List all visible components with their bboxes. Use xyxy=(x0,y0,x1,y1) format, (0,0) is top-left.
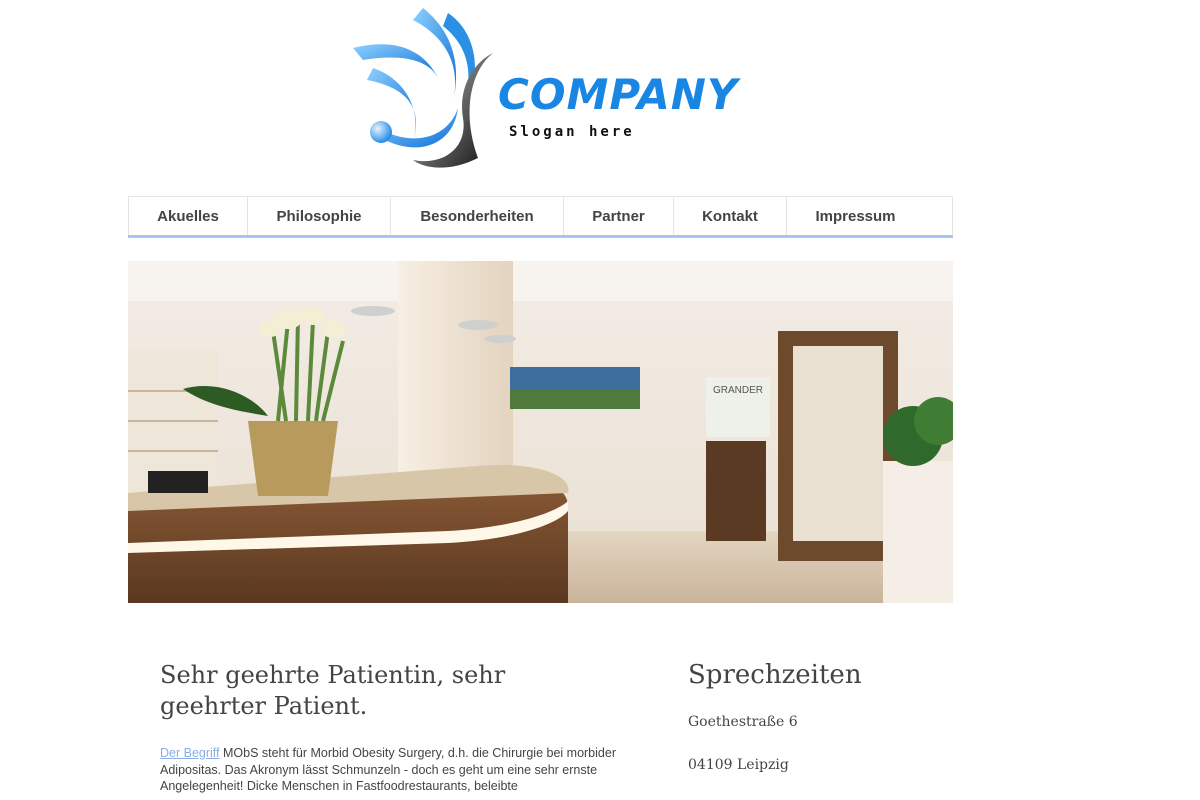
address-city: 04109 Leipzig xyxy=(688,757,789,773)
hero-image: GRANDER xyxy=(128,261,953,603)
nav-item-partner[interactable]: Partner xyxy=(564,197,674,236)
nav-item-aktuelles[interactable]: Akuelles xyxy=(129,197,248,236)
nav-item-kontakt[interactable]: Kontakt xyxy=(674,197,787,236)
reception-photo: GRANDER xyxy=(128,261,953,603)
page: COMPANY Slogan here Akuelles Philosophie… xyxy=(128,0,953,800)
intro-link[interactable]: Der Begriff xyxy=(160,746,220,760)
main-navigation: Akuelles Philosophie Besonderheiten Part… xyxy=(128,196,953,236)
nav-item-besonderheiten[interactable]: Besonderheiten xyxy=(391,197,564,236)
nav-item-philosophie[interactable]: Philosophie xyxy=(248,197,391,236)
intro-paragraph: Der Begriff MObS steht für Morbid Obesit… xyxy=(160,745,620,795)
address-street: Goethestraße 6 xyxy=(688,714,798,730)
hero-sign-text: GRANDER xyxy=(713,385,763,396)
logo-mark-icon xyxy=(353,8,493,168)
welcome-heading: Sehr geehrte Patientin, sehr geehrter Pa… xyxy=(160,661,506,720)
company-logo[interactable]: COMPANY Slogan here xyxy=(353,8,737,178)
office-hours-heading: Sprechzeiten xyxy=(688,660,862,690)
nav-item-impressum[interactable]: Impressum xyxy=(787,197,924,236)
logo-wordmark: COMPANY xyxy=(498,70,739,119)
logo-slogan: Slogan here xyxy=(509,124,635,140)
nav-underline xyxy=(128,235,953,238)
intro-text: MObS steht für Morbid Obesity Surgery, d… xyxy=(160,746,616,793)
